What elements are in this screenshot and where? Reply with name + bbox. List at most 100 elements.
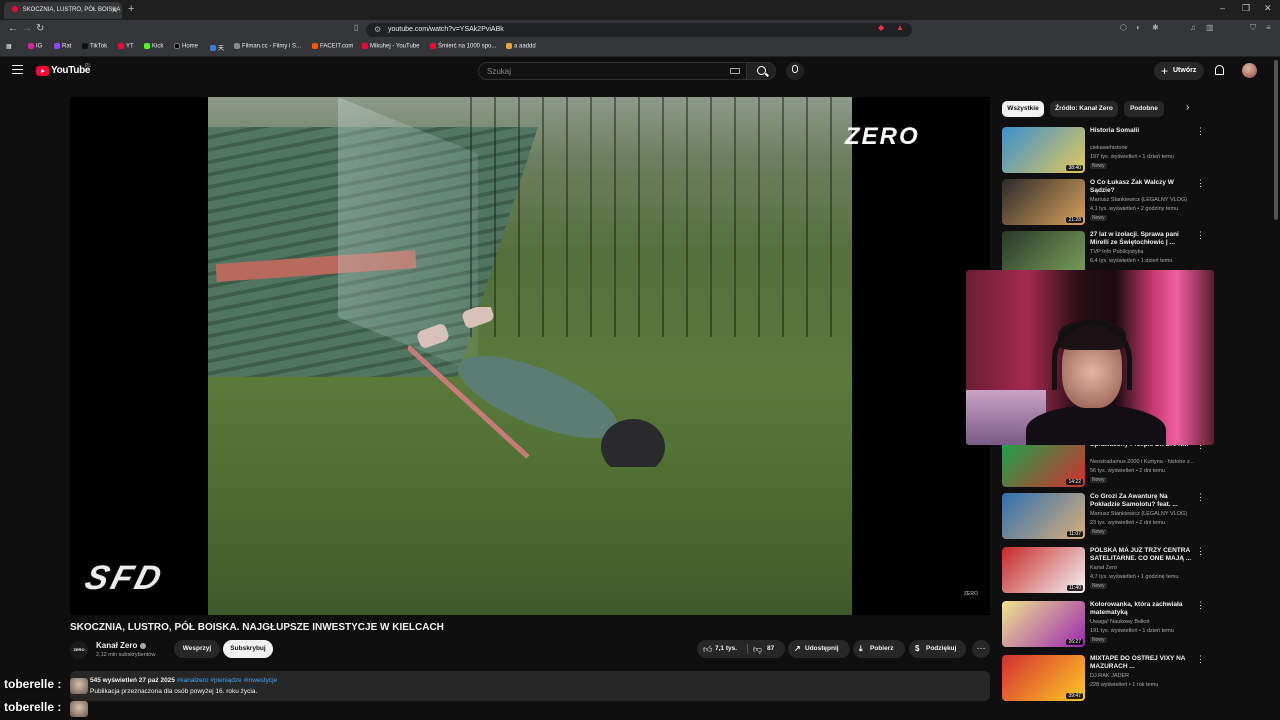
recommendation-item[interactable]: 38:40 Historia Somalii ciekawehistorie 197 … (1002, 127, 1205, 175)
recommendation-channel[interactable]: Neostradamus 2000 i Kurtyna - historie z… (1090, 459, 1194, 465)
search-input[interactable] (478, 62, 752, 80)
recommendation-title[interactable]: Historia Somalii (1090, 127, 1194, 135)
thumbs-up-icon[interactable]: 👍︎ (703, 640, 712, 658)
bookmark-page-icon[interactable]: ▯ (354, 23, 358, 32)
video-thumbnail[interactable]: 11:07 (1002, 493, 1085, 539)
description-box[interactable]: 545 wyświetleń 27 paź 2025 #kanalzero #p… (70, 671, 990, 701)
thumbs-down-icon[interactable]: 👎︎ (753, 640, 762, 658)
recommendation-title[interactable]: O Co Łukasz Żak Walczy W Sądzie? (1090, 179, 1194, 195)
site-info-icon[interactable]: ⚙ (374, 23, 381, 37)
address-bar[interactable]: ⚙ youtube.com/watch?v=YSAk2PviABk (366, 23, 912, 37)
more-actions-icon[interactable]: ⋯ (972, 640, 990, 658)
recommendation-channel[interactable]: ciekawehistorie (1090, 145, 1128, 151)
notifications-bell-icon[interactable] (1215, 65, 1224, 75)
video-thumbnail[interactable]: 21:28 (1002, 179, 1085, 225)
recommendation-item[interactable]: 11:40 POLSKA MA JUŻ TRZY CENTRA SATELITAR… (1002, 547, 1205, 595)
recommendation-channel[interactable]: DJ RAK JADER (1090, 673, 1129, 679)
close-window-icon[interactable]: ✕ (1264, 3, 1272, 14)
voice-search-button[interactable] (786, 62, 804, 80)
download-button[interactable]: ⤓ Pobierz (853, 640, 905, 658)
apps-grid-icon[interactable]: ▦ (6, 43, 12, 50)
recommendation-channel[interactable]: Mariusz Stankiewicz (LEGALNY VLOG) (1090, 197, 1187, 203)
more-options-icon[interactable]: ⋮ (1196, 547, 1205, 556)
bookmark-tian[interactable]: 天 (210, 43, 224, 52)
video-thumbnail[interactable]: 39:47 (1002, 655, 1085, 701)
bookmark-rat[interactable]: Rat (54, 43, 71, 50)
more-options-icon[interactable]: ⋮ (1196, 127, 1205, 136)
rewards-icon[interactable]: ▲ (896, 23, 904, 32)
subscribe-button[interactable]: Subskrybuj (223, 640, 273, 658)
sidebar-icon[interactable]: ▥ (1206, 23, 1214, 32)
bookmark-kick[interactable]: Kick (144, 43, 163, 50)
share-button[interactable]: ↗ Udostępnij (788, 640, 850, 658)
tab-close-icon[interactable]: ✕ (111, 2, 118, 19)
bookmark-mikuhej[interactable]: Mikuhej - YouTube (362, 43, 419, 50)
video-thumbnail[interactable]: 38:40 (1002, 127, 1085, 173)
bookmark-filman[interactable]: Filman.cc - Filmy i S... (234, 43, 301, 50)
region-code: PL (85, 63, 92, 69)
video-thumbnail[interactable]: 26:27 (1002, 601, 1085, 647)
recommendation-item[interactable]: 39:47 MIXTAPE DO OSTREJ VIXY NA MAZURACH … (1002, 655, 1205, 703)
keyboard-icon[interactable] (730, 68, 740, 74)
recommendation-title[interactable]: 27 lat w izolacji. Sprawa pani Mirelli z… (1090, 231, 1194, 247)
bookmark-faceit[interactable]: FACEIT.com (312, 43, 353, 50)
recommendation-title[interactable]: Co Grozi Za Awanturę Na Pokładzie Samolo… (1090, 493, 1194, 509)
like-button[interactable]: 7,1 tys. (715, 640, 737, 658)
chip-related[interactable]: Podobne (1124, 101, 1164, 117)
globe-icon (234, 43, 240, 49)
recommendation-channel[interactable]: Kanał Zero (1090, 565, 1117, 571)
extension-icon[interactable]: ◐ (1136, 23, 1141, 32)
recommendation-title[interactable]: MIXTAPE DO OSTREJ VIXY NA MAZURACH ... (1090, 655, 1194, 671)
youtube-logo-icon[interactable] (36, 66, 49, 76)
new-tab-icon[interactable]: + (128, 3, 134, 15)
chevron-right-icon[interactable]: › (1186, 102, 1189, 113)
chip-all[interactable]: Wszystkie (1002, 101, 1044, 117)
recommendation-item[interactable]: 21:28 O Co Łukasz Żak Walczy W Sądzie? Mar… (1002, 179, 1205, 227)
vpn-icon[interactable]: ⛉ (1250, 23, 1256, 33)
recommendation-item[interactable]: 14:22Sprawdzony Przepis Dr. Dre N...Neos… (1002, 441, 1205, 489)
hamburger-menu-icon[interactable] (12, 65, 23, 74)
description-tags[interactable]: #kanalzero #pieniądze #inwestycje (177, 677, 277, 684)
extensions-puzzle-icon[interactable]: ✱ (1152, 23, 1159, 32)
recommendation-channel[interactable]: TVP Info Publicystyka (1090, 249, 1143, 255)
bookmark-home[interactable]: Home (174, 43, 198, 50)
bookmark-smierc[interactable]: Śmierć na 1000 spo... (430, 43, 496, 50)
recommendation-item[interactable]: 11:07 Co Grozi Za Awanturę Na Pokładzie S… (1002, 493, 1205, 541)
video-thumbnail[interactable]: 11:40 (1002, 547, 1085, 593)
create-button[interactable]: + Utwórz (1154, 62, 1204, 80)
browser-tab[interactable]: SKOCZNIA, LUSTRO, PÓŁ BOISKA ✕ (4, 2, 122, 19)
video-player[interactable]: ZERO SFD ZERO (70, 97, 990, 615)
recommendation-item[interactable]: 26:27 Kolorowanka, która zachwiała matema… (1002, 601, 1205, 649)
more-options-icon[interactable]: ⋮ (1196, 231, 1205, 240)
thanks-button[interactable]: $ Podziękuj (909, 640, 966, 658)
join-button[interactable]: Wesprzyj (174, 640, 220, 658)
more-options-icon[interactable]: ⋮ (1196, 493, 1205, 502)
video-thumbnail[interactable]: 14:22 (1002, 441, 1085, 487)
bookmark-tiktok[interactable]: TikTok (82, 43, 107, 50)
forward-icon[interactable]: → (22, 23, 32, 34)
more-options-icon[interactable]: ⋮ (1196, 655, 1205, 664)
search-button[interactable] (746, 62, 776, 80)
back-icon[interactable]: ← (8, 23, 18, 34)
page-scrollbar[interactable] (1274, 60, 1278, 220)
extension-icon[interactable]: ⬡ (1120, 23, 1127, 32)
brave-shield-icon[interactable]: ◆ (878, 23, 884, 32)
channel-name-link[interactable]: Kanał Zero (96, 641, 147, 650)
media-icon[interactable]: ♫ (1190, 23, 1196, 32)
maximize-icon[interactable]: ❐ (1242, 3, 1250, 14)
user-avatar[interactable] (1242, 63, 1257, 78)
more-options-icon[interactable]: ⋮ (1196, 601, 1205, 610)
menu-icon[interactable]: ≡ (1266, 23, 1271, 32)
bookmark-aaddd[interactable]: a aaddd (506, 43, 536, 50)
recommendation-channel[interactable]: Mariusz Stankiewicz (LEGALNY VLOG) (1090, 511, 1187, 517)
chip-source[interactable]: Źródło: Kanał Zero (1050, 101, 1118, 117)
minimize-icon[interactable]: – (1220, 3, 1225, 13)
channel-avatar[interactable]: ZERO (70, 641, 88, 659)
recommendation-title[interactable]: POLSKA MA JUŻ TRZY CENTRA SATELITARNE. C… (1090, 547, 1194, 563)
bookmark-yt[interactable]: YT (118, 43, 134, 50)
bookmark-ig[interactable]: IG (28, 43, 42, 50)
reload-icon[interactable]: ↻ (36, 23, 44, 34)
more-options-icon[interactable]: ⋮ (1196, 179, 1205, 188)
recommendation-channel[interactable]: Uwaga! Naukowy Bełkot (1090, 619, 1150, 625)
recommendation-title[interactable]: Kolorowanka, która zachwiała matematyką (1090, 601, 1194, 617)
